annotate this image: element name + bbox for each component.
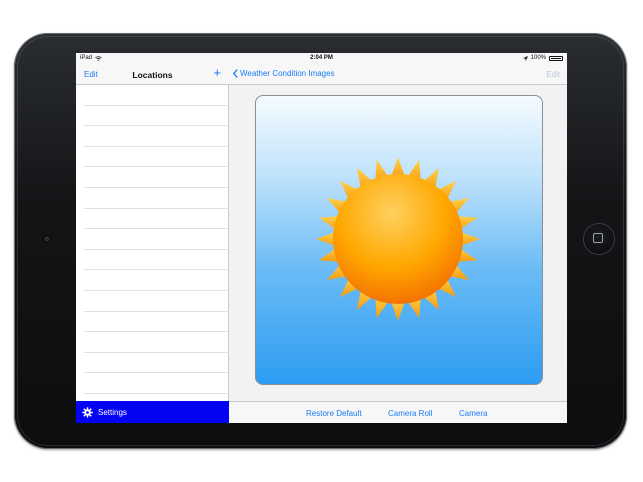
master-nav-bar: Edit Locations +: [76, 64, 229, 85]
location-arrow-icon: [522, 55, 528, 61]
list-item[interactable]: [84, 209, 229, 230]
locations-title: Locations: [132, 70, 173, 80]
battery-percent: 100%: [530, 55, 546, 61]
list-item[interactable]: [84, 229, 229, 250]
detail-edit-button[interactable]: Edit: [546, 70, 560, 79]
list-item[interactable]: [84, 126, 229, 147]
list-item[interactable]: [84, 106, 229, 127]
status-right: 100%: [522, 55, 563, 61]
status-time: 2:04 PM: [310, 55, 333, 61]
back-button[interactable]: Weather Condition Images: [233, 69, 335, 78]
list-item[interactable]: [84, 147, 229, 168]
settings-button[interactable]: Settings: [76, 401, 229, 423]
list-item[interactable]: [84, 250, 229, 271]
list-item[interactable]: [84, 353, 229, 374]
back-label: Weather Condition Images: [240, 69, 335, 78]
bottom-toolbar: Restore Default Camera Roll Camera: [229, 401, 567, 423]
weather-image-frame[interactable]: [255, 95, 543, 385]
list-item[interactable]: [84, 373, 229, 394]
list-item[interactable]: [84, 291, 229, 312]
sun-icon: [316, 157, 480, 321]
locations-list: [76, 85, 229, 394]
home-square-icon: [593, 233, 603, 243]
detail-nav-bar: Weather Condition Images Edit: [229, 64, 567, 85]
settings-label: Settings: [98, 407, 127, 417]
list-item[interactable]: [84, 188, 229, 209]
battery-icon: [549, 55, 563, 61]
gear-icon: [82, 406, 93, 418]
list-item[interactable]: [84, 85, 229, 106]
camera-roll-button[interactable]: Camera Roll: [388, 409, 432, 418]
list-item[interactable]: [84, 270, 229, 291]
camera-button[interactable]: Camera: [459, 409, 487, 418]
screen: iPad 2:04 PM 100% Edit Locations + Setti…: [76, 53, 567, 423]
list-item[interactable]: [84, 332, 229, 353]
detail-pane: Weather Condition Images Edit Restore De…: [229, 64, 567, 423]
sun-disc: [333, 174, 463, 304]
chevron-left-icon: [233, 69, 238, 78]
add-location-icon[interactable]: +: [213, 66, 221, 79]
master-pane: Edit Locations + Settings: [76, 64, 229, 423]
list-item[interactable]: [84, 167, 229, 188]
list-item[interactable]: [84, 312, 229, 333]
status-bar: iPad 2:04 PM 100%: [76, 53, 567, 64]
home-button[interactable]: [584, 224, 614, 254]
restore-default-button[interactable]: Restore Default: [306, 409, 362, 418]
front-camera: [43, 235, 51, 243]
